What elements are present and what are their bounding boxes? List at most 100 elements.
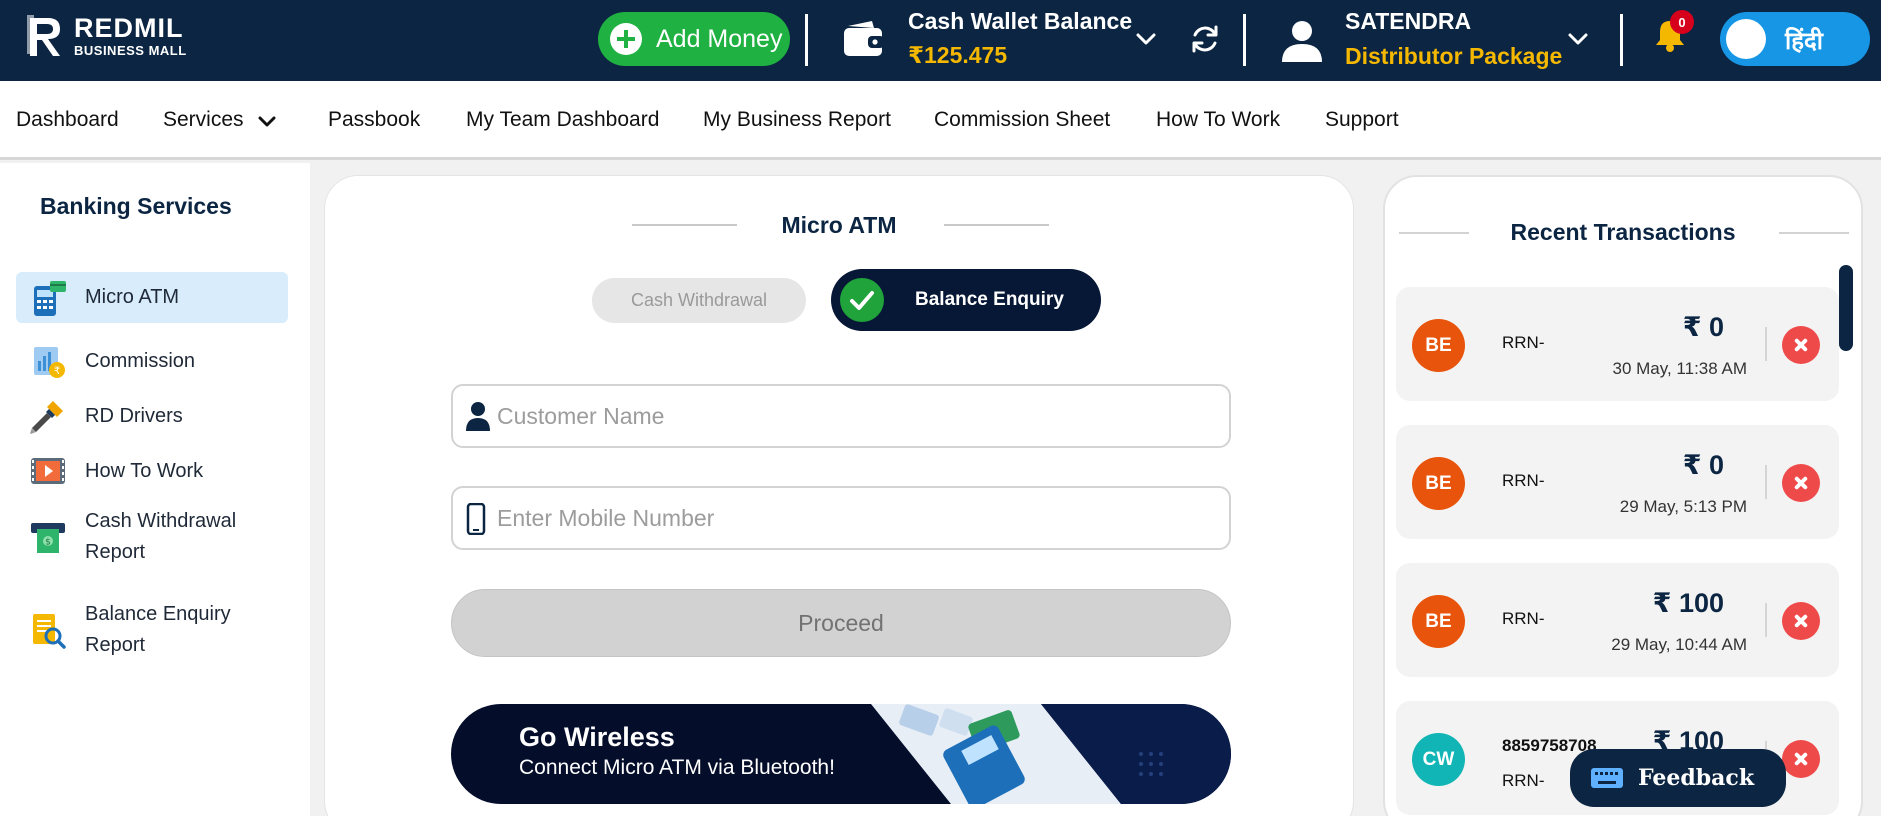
- transaction-type-badge: BE: [1412, 457, 1465, 510]
- svg-text:₹: ₹: [54, 366, 60, 377]
- card-title: Micro ATM: [781, 212, 897, 238]
- banner-title: Go Wireless: [519, 722, 675, 752]
- notification-badge: 0: [1670, 10, 1694, 34]
- customer-name-field: [451, 384, 1231, 448]
- keyboard-icon: [1591, 768, 1623, 788]
- close-icon[interactable]: [1782, 740, 1820, 778]
- user-package: Distributor Package: [1345, 43, 1563, 69]
- nav-my-business-report[interactable]: My Business Report: [703, 108, 891, 132]
- user-name: SATENDRA: [1345, 8, 1472, 34]
- add-money-button[interactable]: Add Money: [598, 12, 790, 66]
- recent-transactions-card: Recent Transactions BE RRN- ₹ 0 30 May, …: [1383, 175, 1863, 816]
- video-icon: [31, 458, 65, 484]
- logo-subtitle: BUSINESS MALL: [74, 43, 187, 58]
- header-divider: [1620, 14, 1623, 66]
- mobile-number-field: [451, 486, 1231, 550]
- transaction-row[interactable]: BE RRN- ₹ 0 30 May, 11:38 AM: [1396, 287, 1839, 401]
- feedback-label: Feedback: [1638, 765, 1755, 791]
- close-icon[interactable]: [1782, 464, 1820, 502]
- svg-text:$: $: [45, 538, 51, 548]
- sidebar: Banking Services Micro ATM ₹ Commission …: [0, 163, 310, 816]
- go-wireless-banner[interactable]: Go Wireless Connect Micro ATM via Blueto…: [451, 704, 1231, 804]
- nav-passbook[interactable]: Passbook: [328, 108, 420, 132]
- row-divider: [1765, 465, 1767, 499]
- transaction-type-badge: CW: [1412, 733, 1465, 786]
- wallet-title: Cash Wallet Balance: [908, 8, 1133, 34]
- screwdriver-icon: [30, 401, 63, 434]
- cash-machine-icon: $: [31, 523, 65, 553]
- sidebar-item-label: Balance Enquiry Report: [85, 603, 231, 656]
- micro-atm-icon: [34, 280, 66, 316]
- logo-r-icon: [27, 15, 60, 56]
- nav-dashboard[interactable]: Dashboard: [16, 108, 119, 132]
- sidebar-item-cash-withdrawal-report[interactable]: $ Cash Withdrawal Report: [16, 502, 288, 572]
- transaction-amount: ₹ 0: [1682, 312, 1724, 342]
- transaction-date: 30 May, 11:38 AM: [1612, 359, 1748, 378]
- tab-balance-enquiry-label: Balance Enquiry: [915, 289, 1064, 310]
- row-divider: [1765, 603, 1767, 637]
- nav-commission-sheet[interactable]: Commission Sheet: [934, 108, 1110, 132]
- nav-support[interactable]: Support: [1325, 108, 1399, 132]
- plus-icon: [610, 23, 642, 55]
- proceed-button[interactable]: Proceed: [451, 589, 1231, 657]
- transaction-amount: ₹ 0: [1682, 450, 1724, 480]
- nav-how-to-work[interactable]: How To Work: [1156, 108, 1280, 132]
- transaction-row[interactable]: BE RRN- ₹ 100 29 May, 10:44 AM: [1396, 563, 1839, 677]
- logo[interactable]: REDMIL BUSINESS MALL: [26, 14, 187, 58]
- sidebar-item-rd-drivers[interactable]: RD Drivers: [16, 394, 288, 438]
- header-divider: [1243, 14, 1246, 66]
- row-divider: [1765, 327, 1767, 361]
- transaction-type-badge: BE: [1412, 319, 1465, 372]
- user-icon[interactable]: [1280, 18, 1324, 62]
- transaction-amount: ₹ 100: [1652, 588, 1724, 618]
- transaction-rrn: RRN-: [1502, 333, 1545, 352]
- top-bar: REDMIL BUSINESS MALL Add Money Cash Wall…: [0, 0, 1881, 81]
- report-search-icon: [33, 614, 66, 649]
- sidebar-item-label: Cash Withdrawal Report: [85, 510, 237, 563]
- customer-name-input[interactable]: [497, 396, 1217, 436]
- close-icon[interactable]: [1782, 602, 1820, 640]
- transaction-rrn: RRN-: [1502, 471, 1545, 490]
- sidebar-item-commission[interactable]: ₹ Commission: [16, 339, 288, 383]
- sidebar-item-label: Commission: [85, 349, 196, 372]
- card-machine-illustration: [871, 704, 1231, 804]
- close-icon[interactable]: [1782, 326, 1820, 364]
- sidebar-item-micro-atm[interactable]: Micro ATM: [16, 272, 288, 323]
- nav-my-team-dashboard[interactable]: My Team Dashboard: [466, 108, 659, 132]
- chevron-down-icon[interactable]: [257, 112, 277, 132]
- toggle-knob: [1726, 19, 1766, 59]
- person-icon: [466, 402, 490, 431]
- sidebar-item-label: How To Work: [85, 459, 204, 482]
- refresh-icon[interactable]: [1188, 22, 1222, 56]
- header-divider: [805, 14, 808, 66]
- tab-cash-withdrawal[interactable]: Cash Withdrawal: [592, 278, 806, 323]
- sidebar-title: Banking Services: [40, 193, 232, 219]
- transaction-type-badge: BE: [1412, 595, 1465, 648]
- commission-icon: ₹: [34, 347, 65, 378]
- nav-services[interactable]: Services: [163, 108, 244, 132]
- sidebar-item-label: RD Drivers: [85, 404, 183, 427]
- logo-title: REDMIL: [74, 13, 184, 43]
- transaction-date: 29 May, 10:44 AM: [1611, 635, 1747, 654]
- sidebar-item-label: Micro ATM: [85, 286, 180, 308]
- transaction-rrn: RRN-: [1502, 771, 1545, 790]
- chevron-down-icon[interactable]: [1134, 27, 1158, 51]
- scrollbar-thumb[interactable]: [1839, 265, 1853, 351]
- sidebar-item-how-to-work[interactable]: How To Work: [16, 449, 288, 493]
- mobile-phone-icon: [466, 503, 486, 535]
- micro-atm-card: Micro ATM Cash Withdrawal Balance Enquir…: [324, 175, 1354, 816]
- sidebar-item-balance-enquiry-report[interactable]: Balance Enquiry Report: [16, 595, 288, 665]
- wallet-icon: [844, 21, 884, 56]
- transaction-date: 29 May, 5:13 PM: [1619, 497, 1747, 516]
- language-label: हिंदी: [1785, 28, 1823, 55]
- transaction-row[interactable]: BE RRN- ₹ 0 29 May, 5:13 PM: [1396, 425, 1839, 539]
- wallet-balance: ₹125.475: [908, 42, 1008, 68]
- main-nav: Dashboard Services Passbook My Team Dash…: [0, 81, 1881, 160]
- title-rule: [944, 224, 1049, 226]
- mobile-number-input[interactable]: [497, 498, 1217, 538]
- chevron-down-icon[interactable]: [1566, 27, 1590, 51]
- title-rule: [1779, 232, 1849, 234]
- feedback-button[interactable]: Feedback: [1570, 749, 1786, 807]
- language-toggle[interactable]: हिंदी: [1720, 12, 1870, 66]
- tab-balance-enquiry[interactable]: Balance Enquiry: [831, 269, 1101, 331]
